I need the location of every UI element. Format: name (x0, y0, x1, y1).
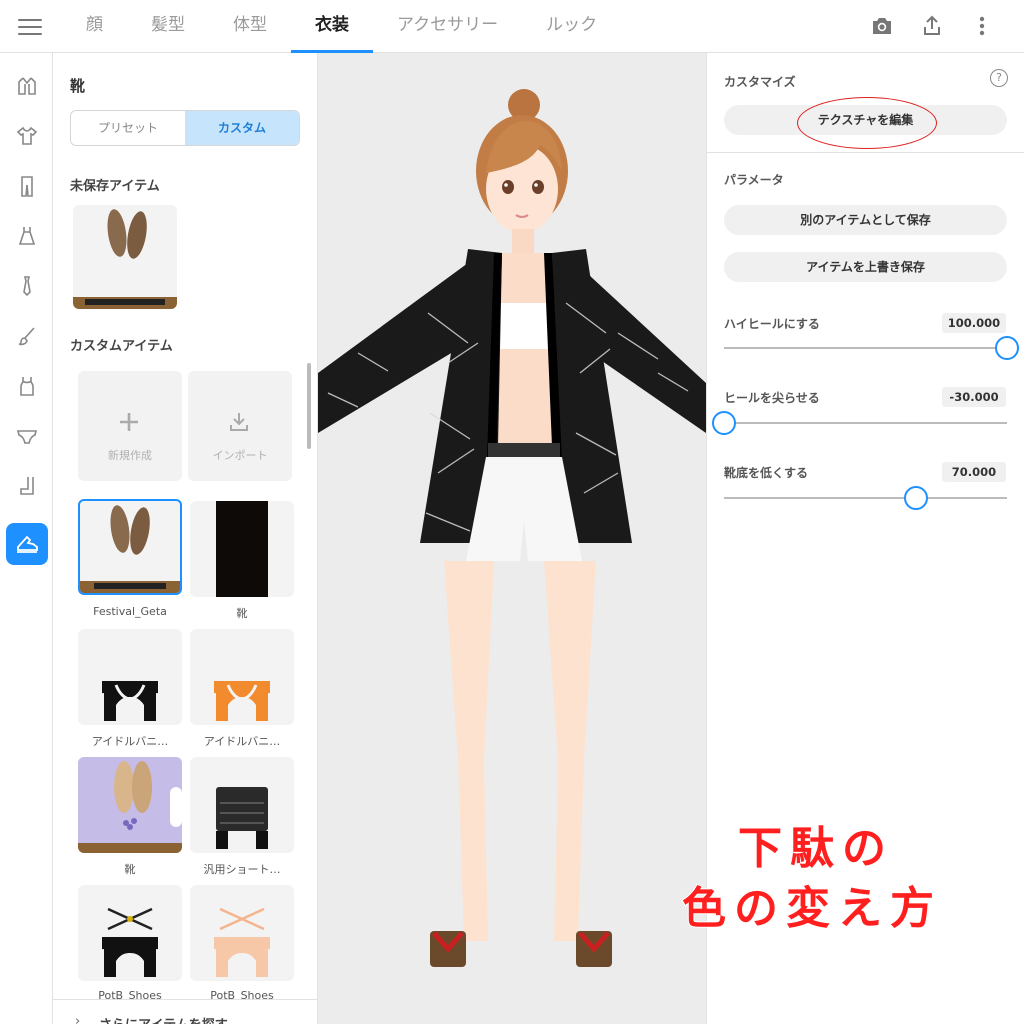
tanktop-icon[interactable] (6, 365, 48, 407)
slider-value-high-heel[interactable]: 100.000 (942, 313, 1006, 333)
edit-texture-button[interactable]: テクスチャを編集 (724, 105, 1007, 135)
slider-value-lower-sole[interactable]: 70.000 (942, 462, 1006, 482)
item-festival-geta[interactable] (78, 499, 182, 595)
item-idol-bunny-orange[interactable] (190, 629, 294, 725)
shoes-icon[interactable] (6, 523, 48, 565)
item-shoes-black[interactable] (190, 501, 294, 597)
item-label: Festival_Geta (93, 605, 167, 618)
panel-title: 靴 (70, 77, 86, 95)
item-shoes-lilac[interactable] (78, 757, 182, 853)
camera-icon[interactable] (870, 12, 894, 40)
tab-look[interactable]: ルック (522, 0, 621, 53)
divider (707, 152, 1024, 153)
slider-label-high-heel: ハイヒールにする (724, 317, 820, 331)
tab-accessory[interactable]: アクセサリー (373, 0, 522, 53)
tab-face[interactable]: 顔 (62, 0, 127, 53)
import-button[interactable]: インポート (188, 371, 292, 481)
preset-segment[interactable]: プリセット (71, 111, 185, 145)
avatar-preview (318, 89, 706, 967)
underwear-icon[interactable] (6, 415, 48, 457)
item-potb-shoes-black[interactable] (78, 885, 182, 981)
item-label: アイドルバニ… (91, 735, 169, 748)
tab-hairstyle[interactable]: 髪型 (127, 0, 209, 53)
plus-icon (118, 411, 140, 437)
unsaved-item-thumbnail[interactable] (73, 205, 177, 309)
item-label: 靴 (236, 607, 248, 620)
category-tabs: 顔 髪型 体型 衣装 アクセサリー ルック (62, 0, 621, 53)
slider-knob-pointed-heel[interactable] (712, 411, 736, 435)
pants-icon[interactable] (6, 165, 48, 207)
brush-icon[interactable] (6, 315, 48, 357)
overwrite-save-button[interactable]: アイテムを上書き保存 (724, 252, 1007, 282)
tab-outfit[interactable]: 衣装 (291, 0, 373, 53)
item-label: 汎用ショート… (203, 863, 281, 876)
menu-icon[interactable] (18, 16, 42, 36)
new-item-button[interactable]: 新規作成 (78, 371, 182, 481)
necktie-icon[interactable] (6, 265, 48, 307)
item-idol-bunny-black[interactable] (78, 629, 182, 725)
slider-track-pointed-heel[interactable] (712, 411, 1007, 435)
import-label: インポート (212, 449, 268, 462)
tab-body[interactable]: 体型 (209, 0, 291, 53)
outerwear-icon[interactable] (6, 65, 48, 107)
item-label: 靴 (124, 863, 136, 876)
help-icon[interactable]: ? (990, 69, 1008, 87)
slider-value-pointed-heel[interactable]: -30.000 (942, 387, 1006, 407)
share-icon[interactable] (920, 12, 944, 40)
slider-label-lower-sole: 靴底を低くする (724, 466, 809, 480)
unsaved-items-heading: 未保存アイテム (70, 179, 160, 194)
find-more-items-button[interactable]: › さらにアイテムを探す (53, 999, 317, 1024)
avatar-viewport[interactable] (318, 53, 706, 1024)
top-bar: 顔 髪型 体型 衣装 アクセサリー ルック (0, 0, 1024, 53)
item-generic-short[interactable] (190, 757, 294, 853)
slider-knob-lower-sole[interactable] (904, 486, 929, 510)
item-list-scrollbar[interactable] (307, 363, 311, 449)
preset-custom-toggle: プリセット カスタム (70, 110, 300, 146)
save-as-new-item-button[interactable]: 別のアイテムとして保存 (724, 205, 1007, 235)
slider-track-high-heel[interactable] (724, 336, 1019, 360)
chevron-right-icon: › (75, 1014, 81, 1024)
slider-label-pointed-heel: ヒールを尖らせる (724, 391, 820, 405)
new-item-label: 新規作成 (108, 449, 152, 462)
category-rail (0, 53, 53, 1024)
shirt-icon[interactable] (6, 115, 48, 157)
overlay-title-line1: 下駄の (737, 822, 894, 875)
socks-icon[interactable] (6, 465, 48, 507)
item-potb-shoes-peach[interactable] (190, 885, 294, 981)
custom-segment[interactable]: カスタム (185, 111, 299, 145)
overlay-title-line2: 色の変え方 (681, 882, 942, 935)
download-icon (228, 411, 250, 437)
custom-items-heading: カスタムアイテム (70, 339, 173, 354)
parameters-heading: パラメータ (724, 173, 784, 187)
item-label: アイドルバニ… (203, 735, 281, 748)
item-panel: 靴 プリセット カスタム 未保存アイテム カスタムアイテム 新規作成 インポート (53, 53, 318, 1024)
slider-track-lower-sole[interactable] (724, 486, 1007, 510)
customize-heading: カスタマイズ (724, 75, 796, 89)
onepiece-icon[interactable] (6, 215, 48, 257)
more-vertical-icon[interactable] (970, 12, 994, 40)
find-more-label: さらにアイテムを探す (99, 1014, 228, 1024)
slider-knob-high-heel[interactable] (995, 336, 1019, 360)
